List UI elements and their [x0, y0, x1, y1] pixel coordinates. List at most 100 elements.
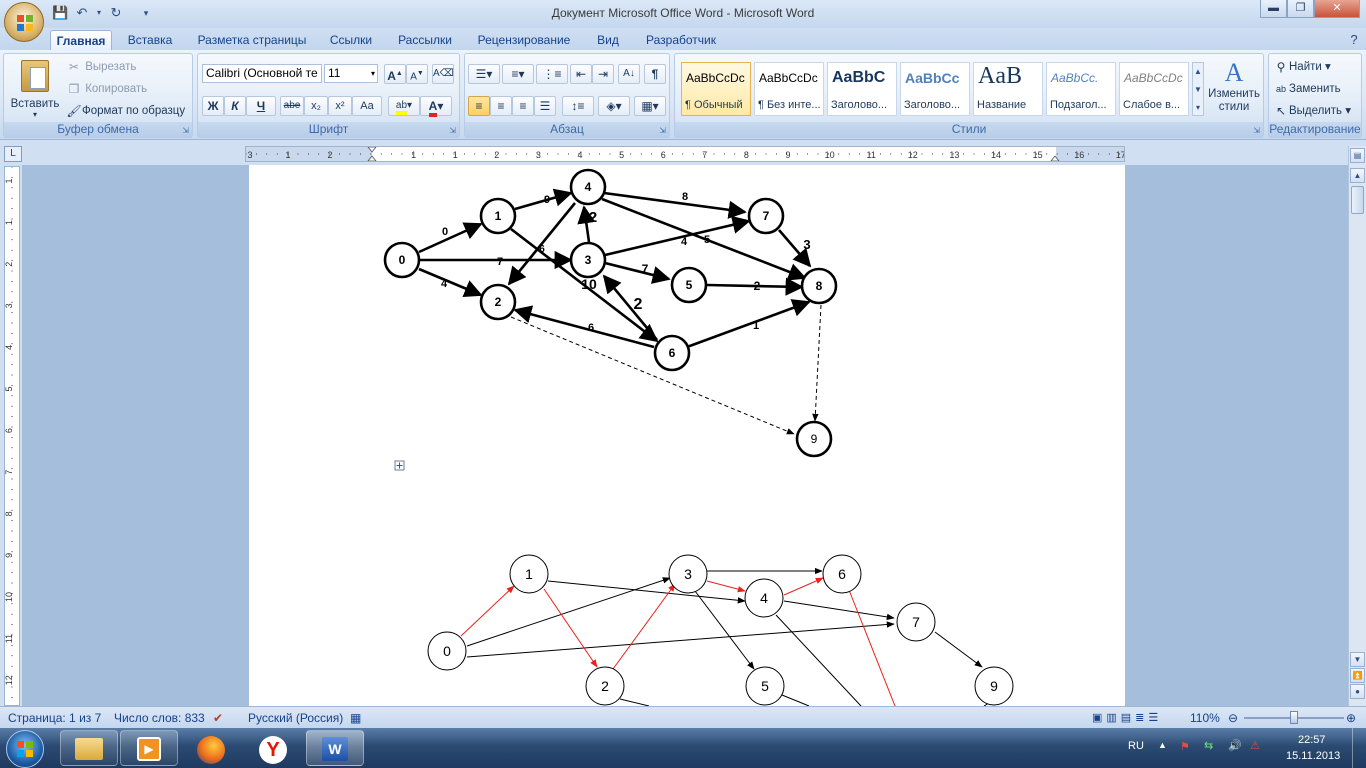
tab-view[interactable]: Вид [588, 30, 628, 50]
highlight-button[interactable]: ab▾ [388, 96, 420, 116]
macro-recording-icon[interactable]: ▦ [350, 711, 361, 725]
font-launcher-icon[interactable]: ⇲ [449, 126, 456, 135]
replace-button[interactable]: ab Заменить [1273, 81, 1341, 97]
show-desktop-button[interactable] [1352, 728, 1366, 768]
grow-font-button[interactable]: A▲ [384, 64, 406, 84]
styles-launcher-icon[interactable]: ⇲ [1253, 126, 1260, 135]
subscript-button[interactable]: x₂ [304, 96, 328, 116]
show-marks-icon[interactable]: ¶ [644, 64, 666, 84]
scroll-up-icon[interactable]: ▲ [1350, 168, 1365, 183]
horizontal-ruler[interactable]: 3 1 2 1 1 2 3 4 5 6 7 8 9 10 11 12 13 14 15 16 17 [245, 146, 1126, 162]
taskbar-firefox[interactable] [182, 730, 240, 766]
align-center-icon[interactable]: ≡ [490, 96, 512, 116]
shrink-font-button[interactable]: A▼ [406, 64, 428, 84]
align-left-icon[interactable]: ≡ [468, 96, 490, 116]
language-bar[interactable]: RU [1128, 740, 1144, 752]
tab-page-layout[interactable]: Разметка страницы [190, 30, 314, 50]
bullets-button[interactable]: ☰▾ [468, 64, 500, 84]
replace-icon: ab [1275, 84, 1286, 94]
style-no-spacing[interactable]: AaBbCcDc ¶ Без инте... [754, 62, 824, 116]
clipboard-launcher-icon[interactable]: ⇲ [182, 126, 189, 135]
paste-label: Вставить [10, 98, 60, 110]
font-color-button[interactable]: A▾ [420, 96, 452, 117]
ruler-toggle-icon[interactable]: ▤ [1350, 148, 1365, 163]
multilevel-list-button[interactable]: ⋮≡ [536, 64, 568, 84]
close-button[interactable]: ✕ [1314, 0, 1360, 18]
tab-developer[interactable]: Разработчик [636, 30, 726, 50]
style-heading-1[interactable]: AaBbC Заголово... [827, 62, 897, 116]
proofing-icon[interactable]: ✔ [213, 711, 223, 725]
scroll-thumb[interactable] [1351, 186, 1364, 214]
tab-home[interactable]: Главная [50, 30, 112, 50]
decrease-indent-icon[interactable]: ⇤ [570, 64, 592, 84]
line-spacing-button[interactable]: ↕≡ [562, 96, 594, 116]
notification-icon[interactable]: ⚠ [1250, 739, 1260, 752]
tab-insert[interactable]: Вставка [120, 30, 180, 50]
maximize-button[interactable]: ❐ [1287, 0, 1314, 18]
copy-button[interactable]: ❐ Копировать [66, 81, 148, 97]
volume-icon[interactable]: 🔊 [1228, 739, 1242, 752]
borders-button[interactable]: ▦▾ [634, 96, 666, 116]
scroll-down-icon[interactable]: ▼ [1350, 652, 1365, 667]
style-normal[interactable]: AaBbCcDc ¶ Обычный [681, 62, 751, 116]
office-button[interactable] [4, 2, 44, 42]
clock-date[interactable]: 15.11.2013 [1286, 750, 1340, 762]
clock-time[interactable]: 22:57 [1298, 734, 1326, 746]
italic-button[interactable]: К [224, 96, 246, 116]
justify-icon[interactable]: ☰ [534, 96, 556, 116]
find-button[interactable]: ⚲ Найти ▾ [1273, 59, 1331, 75]
change-styles-button[interactable]: A Изменить стили [1207, 58, 1261, 114]
show-hidden-icons[interactable]: ▲ [1158, 740, 1167, 750]
taskbar-explorer[interactable] [60, 730, 118, 766]
document-page[interactable]: 0123456789 0 7 4 9 6 8 2 4 5 3 7 10 2 2 6 1 [249, 165, 1125, 707]
shading-button[interactable]: ◈▾ [598, 96, 630, 116]
previous-page-icon[interactable]: ⏫ [1350, 668, 1365, 683]
zoom-out-icon[interactable]: ⊖ [1228, 711, 1238, 725]
numbering-button[interactable]: ≡▾ [502, 64, 534, 84]
taskbar-word[interactable]: W [306, 730, 364, 766]
minimize-button[interactable]: ▬ [1260, 0, 1287, 18]
paste-button[interactable]: Вставить ▾ [8, 58, 62, 122]
zoom-in-icon[interactable]: ⊕ [1346, 711, 1356, 725]
cut-button[interactable]: ✂ Вырезать [66, 59, 136, 75]
tab-review[interactable]: Рецензирование [468, 30, 580, 50]
paragraph-launcher-icon[interactable]: ⇲ [659, 126, 666, 135]
tab-references[interactable]: Ссылки [322, 30, 380, 50]
sort-icon[interactable]: A↓ [618, 64, 640, 84]
vertical-ruler[interactable]: 1 1 2 3 4 5 6 7 8 9 10 11 12 [4, 166, 20, 706]
style-heading-2[interactable]: AaBbCc Заголово... [900, 62, 970, 116]
clear-formatting-icon[interactable]: A⌫ [432, 64, 454, 84]
action-center-icon[interactable]: ⚑ [1180, 740, 1190, 753]
bold-button[interactable]: Ж [202, 96, 224, 116]
strikethrough-button[interactable]: abe [280, 96, 304, 116]
zoom-level[interactable]: 110% [1190, 711, 1220, 725]
style-title[interactable]: AaB Название [973, 62, 1043, 116]
taskbar-yandex[interactable]: Y [244, 730, 302, 766]
network-icon[interactable]: ⇆ [1204, 739, 1213, 752]
align-right-icon[interactable]: ≡ [512, 96, 534, 116]
page-count[interactable]: Страница: 1 из 7 [8, 711, 101, 725]
language-indicator[interactable]: Русский (Россия) [248, 711, 343, 725]
change-case-button[interactable]: Aa [352, 96, 382, 116]
format-painter-button[interactable]: 🖌Формат по образцу [66, 103, 185, 119]
style-subtle-emphasis[interactable]: AaBbCcDc Слабое в... [1119, 62, 1189, 116]
word-count[interactable]: Число слов: 833 [114, 711, 205, 725]
view-buttons[interactable]: ▣▥▤≣☰ [1092, 711, 1162, 724]
zoom-slider-thumb[interactable] [1290, 711, 1298, 724]
browse-object-icon[interactable]: ● [1350, 684, 1365, 699]
tab-mailings[interactable]: Рассылки [390, 30, 460, 50]
select-button[interactable]: ↖ Выделить ▾ [1273, 103, 1351, 119]
style-subtitle[interactable]: AaBbCc. Подзагол... [1046, 62, 1116, 116]
help-icon[interactable]: ? [1346, 30, 1362, 50]
increase-indent-icon[interactable]: ⇥ [592, 64, 614, 84]
vertical-scrollbar[interactable]: ▤ ▲ ▼ ⏫ ● [1348, 146, 1366, 706]
styles-scroll[interactable]: ▲ ▼ ▾ [1192, 62, 1204, 116]
font-name-combo[interactable]: Calibri (Основной те [202, 64, 322, 83]
taskbar-media-player[interactable]: ▶ [120, 730, 178, 766]
font-size-combo[interactable]: 11 ▾ [324, 64, 378, 83]
start-button[interactable] [6, 730, 44, 768]
superscript-button[interactable]: x² [328, 96, 352, 116]
table-move-handle-icon[interactable] [394, 460, 405, 471]
underline-button[interactable]: Ч [246, 96, 276, 116]
tab-selector-icon[interactable]: L [4, 146, 22, 162]
